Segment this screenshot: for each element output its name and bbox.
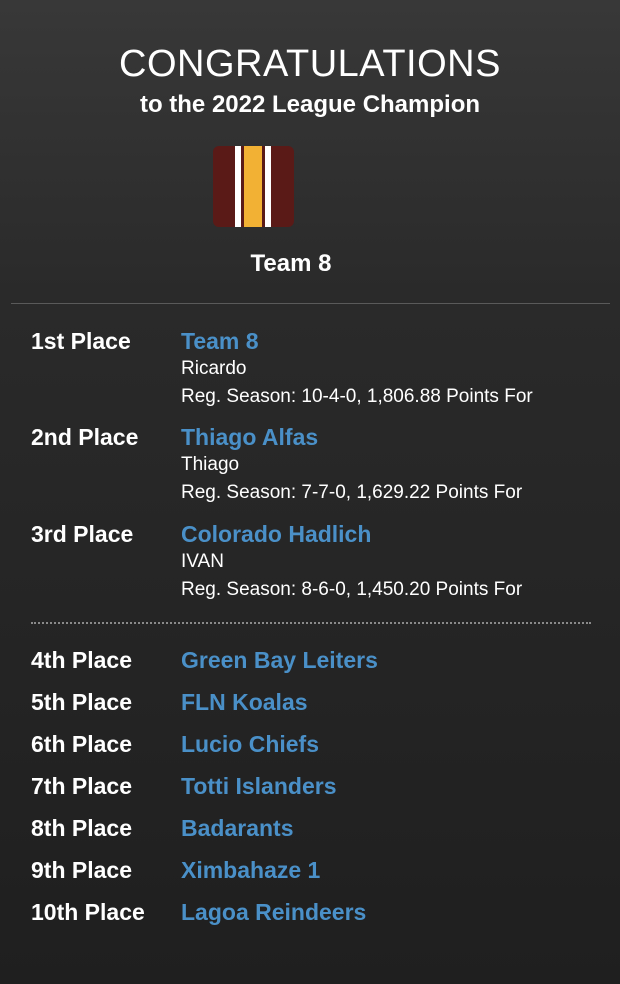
place-label: 1st Place <box>31 328 131 354</box>
logo-stripe-white-left <box>235 146 241 227</box>
header: CONGRATULATIONS to the 2022 League Champ… <box>0 0 620 120</box>
team-link[interactable]: Lucio Chiefs <box>181 731 319 758</box>
team-link[interactable]: Team 8 <box>181 328 259 355</box>
team-link[interactable]: Totti Islanders <box>181 773 337 800</box>
page-subtitle: to the 2022 League Champion <box>139 91 481 118</box>
place-label: 7th Place <box>31 773 132 799</box>
champion-name: Team 8 <box>250 250 332 277</box>
place-label: 8th Place <box>31 815 132 841</box>
logo-stripe-gold <box>244 146 262 227</box>
place-label: 10th Place <box>31 899 145 925</box>
logo-stripe-white-right <box>265 146 271 227</box>
team-link[interactable]: Ximbahaze 1 <box>181 857 320 884</box>
place-label: 2nd Place <box>31 424 139 450</box>
place-label: 4th Place <box>31 647 132 673</box>
header-divider <box>11 303 610 304</box>
team-link[interactable]: Green Bay Leiters <box>181 647 378 674</box>
page-title: CONGRATULATIONS <box>119 43 501 85</box>
podium-divider <box>31 622 591 624</box>
place-label: 9th Place <box>31 857 132 883</box>
team-owner: Thiago <box>181 454 240 475</box>
place-label: 6th Place <box>31 731 132 757</box>
team-link[interactable]: FLN Koalas <box>181 689 308 716</box>
team-owner: IVAN <box>181 551 224 572</box>
team-link[interactable]: Lagoa Reindeers <box>181 899 366 926</box>
team-owner: Ricardo <box>181 358 247 379</box>
team-record: Reg. Season: 10-4-0, 1,806.88 Points For <box>181 386 533 407</box>
team-link[interactable]: Colorado Hadlich <box>181 521 371 548</box>
team-record: Reg. Season: 8-6-0, 1,450.20 Points For <box>181 579 523 600</box>
team-link[interactable]: Thiago Alfas <box>181 424 318 451</box>
place-label: 5th Place <box>31 689 132 715</box>
champion-team-logo <box>213 146 294 227</box>
team-record: Reg. Season: 7-7-0, 1,629.22 Points For <box>181 482 523 503</box>
place-label: 3rd Place <box>31 521 134 547</box>
team-link[interactable]: Badarants <box>181 815 293 842</box>
